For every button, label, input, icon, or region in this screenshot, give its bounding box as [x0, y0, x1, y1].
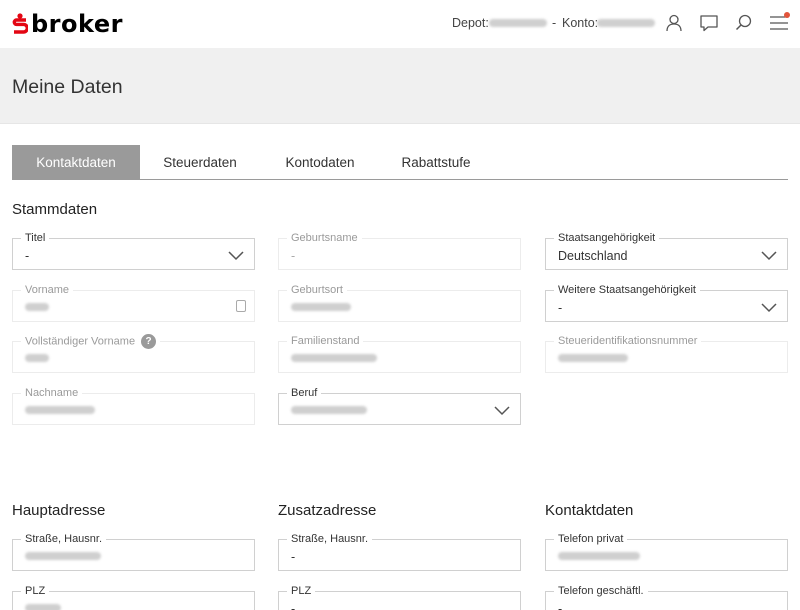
- notification-dot: [784, 12, 790, 18]
- geburtsort-value: [291, 303, 351, 311]
- steuer-id-field: Steueridentifikationsnummer: [545, 334, 788, 373]
- depot-label: Depot:: [452, 16, 489, 30]
- zusatz-strasse-field[interactable]: Straße, Hausnr. -: [278, 532, 521, 571]
- haupt-strasse-label: Straße, Hausnr.: [21, 532, 107, 546]
- section-title-kontaktdaten: Kontaktdaten: [545, 502, 634, 519]
- vollstaendiger-vorname-value: [25, 354, 49, 362]
- zusatz-strasse-label: Straße, Hausnr.: [287, 532, 373, 546]
- vorname-field: Vorname: [12, 283, 255, 322]
- tab-steuerdaten[interactable]: Steuerdaten: [150, 145, 250, 180]
- nachname-label: Nachname: [21, 386, 83, 400]
- section-title-hauptadresse: Hauptadresse: [12, 502, 106, 519]
- telefon-privat-label: Telefon privat: [554, 532, 628, 546]
- zusatz-plz-label: PLZ: [287, 584, 316, 598]
- user-icon[interactable]: [664, 13, 684, 33]
- geburtsname-value: -: [291, 249, 296, 263]
- haupt-strasse-value: [25, 552, 101, 560]
- search-icon[interactable]: [734, 13, 754, 33]
- haupt-strasse-field[interactable]: Straße, Hausnr.: [12, 532, 255, 571]
- help-icon[interactable]: ?: [141, 334, 157, 349]
- beruf-label: Beruf: [287, 386, 322, 400]
- tab-kontodaten[interactable]: Kontodaten: [270, 145, 370, 180]
- zusatz-plz-value: -: [291, 602, 296, 610]
- konto-number: [597, 19, 655, 27]
- telefon-privat-field[interactable]: Telefon privat: [545, 532, 788, 571]
- telefon-privat-value: [558, 552, 640, 560]
- tab-rabattstufe[interactable]: Rabattstufe: [386, 145, 486, 180]
- staatsangehoerigkeit-select[interactable]: Staatsangehörigkeit Deutschland: [545, 231, 788, 270]
- vollstaendiger-vorname-field: Vollständiger Vorname?: [12, 334, 255, 373]
- geburtsort-label: Geburtsort: [287, 283, 347, 297]
- haupt-plz-label: PLZ: [21, 584, 50, 598]
- haupt-plz-field[interactable]: PLZ: [12, 584, 255, 610]
- titel-value: -: [25, 249, 30, 263]
- chevron-down-icon: [761, 300, 777, 313]
- chevron-down-icon: [761, 248, 777, 261]
- geburtsname-label: Geburtsname: [287, 231, 362, 245]
- depot-number: [489, 19, 547, 27]
- staatsangehoerigkeit-label: Staatsangehörigkeit: [554, 231, 660, 245]
- titel-select[interactable]: Titel -: [12, 231, 255, 270]
- info-icon: [236, 300, 246, 312]
- familienstand-value: [291, 354, 377, 362]
- beruf-value: [291, 406, 367, 414]
- top-bar: broker Depot: - Konto:: [0, 0, 800, 48]
- weitere-staatsangehoerigkeit-value: -: [558, 301, 563, 315]
- familienstand-label: Familienstand: [287, 334, 364, 348]
- section-title-stammdaten: Stammdaten: [12, 201, 98, 218]
- chevron-down-icon: [494, 403, 510, 416]
- zusatz-plz-field[interactable]: PLZ -: [278, 584, 521, 610]
- chat-icon[interactable]: [699, 13, 719, 33]
- titel-label: Titel: [21, 231, 50, 245]
- haupt-plz-value: [25, 604, 61, 610]
- nachname-value: [25, 406, 95, 414]
- sparkasse-s-icon: [12, 13, 28, 35]
- tab-kontaktdaten[interactable]: Kontaktdaten: [12, 145, 140, 180]
- vorname-label: Vorname: [21, 283, 74, 297]
- chevron-down-icon: [228, 248, 244, 261]
- page-title: Meine Daten: [12, 76, 123, 98]
- vollstaendiger-vorname-label: Vollständiger Vorname: [25, 335, 136, 348]
- weitere-staatsangehoerigkeit-select[interactable]: Weitere Staatsangehörigkeit -: [545, 283, 788, 322]
- telefon-geschaeftl-value: -: [558, 602, 563, 610]
- konto-label: Konto:: [562, 16, 599, 30]
- geburtsort-field: Geburtsort: [278, 283, 521, 322]
- geburtsname-field: Geburtsname -: [278, 231, 521, 270]
- tab-bar: Kontaktdaten Steuerdaten Kontodaten Raba…: [12, 145, 788, 180]
- logo[interactable]: broker: [12, 10, 123, 38]
- telefon-geschaeftl-label: Telefon geschäftl.: [554, 584, 648, 598]
- steuer-id-label: Steueridentifikationsnummer: [554, 334, 702, 348]
- weitere-staatsangehoerigkeit-label: Weitere Staatsangehörigkeit: [554, 283, 700, 297]
- steuer-id-value: [558, 354, 628, 362]
- logo-text: broker: [31, 10, 123, 38]
- telefon-geschaeftl-field[interactable]: Telefon geschäftl. -: [545, 584, 788, 610]
- familienstand-field: Familienstand: [278, 334, 521, 373]
- vorname-value: [25, 303, 49, 311]
- account-separator: -: [552, 16, 557, 30]
- section-title-zusatzadresse: Zusatzadresse: [278, 502, 377, 519]
- staatsangehoerigkeit-value: Deutschland: [558, 249, 628, 263]
- beruf-select[interactable]: Beruf: [278, 386, 521, 425]
- nachname-field: Nachname: [12, 386, 255, 425]
- zusatz-strasse-value: -: [291, 550, 296, 564]
